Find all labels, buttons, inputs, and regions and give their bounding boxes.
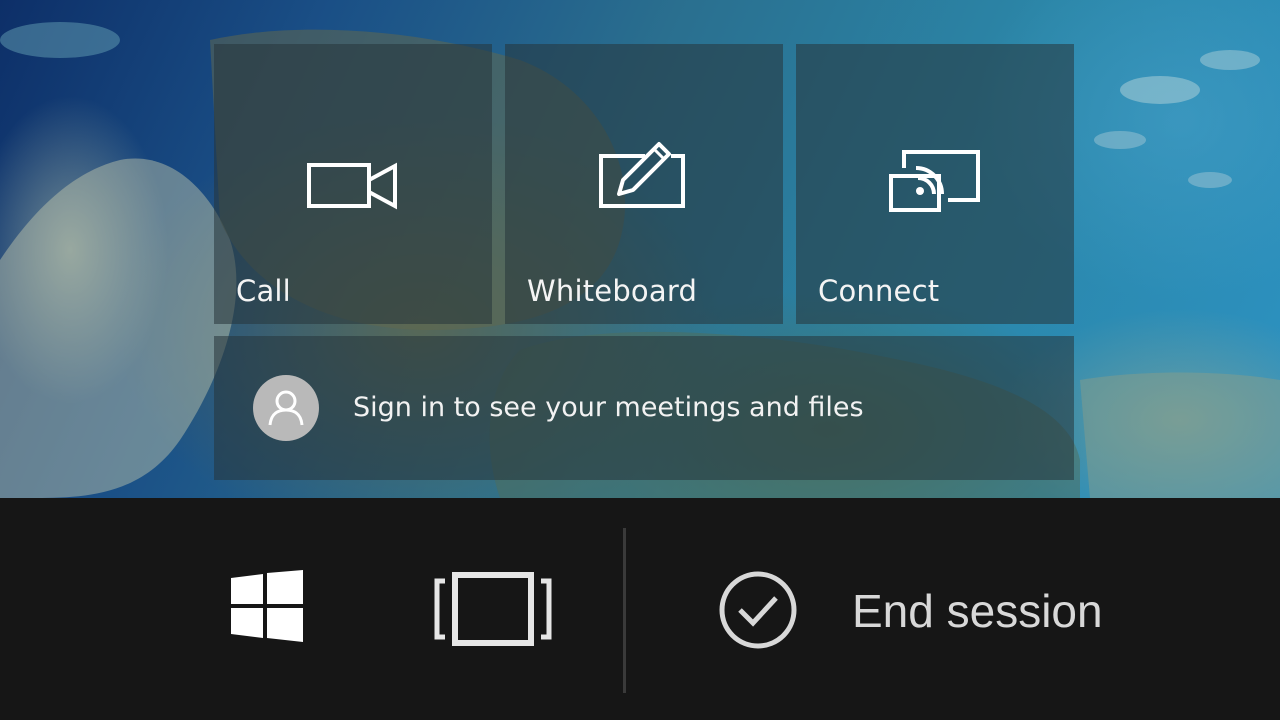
screen-view-button[interactable] [433, 571, 553, 647]
end-session-button[interactable]: End session [716, 568, 1156, 650]
video-camera-icon [307, 162, 397, 210]
sign-in-text: Sign in to see your meetings and files [353, 392, 864, 423]
person-glyph [268, 390, 304, 426]
sign-in-banner[interactable]: Sign in to see your meetings and files [214, 336, 1074, 480]
start-button[interactable] [228, 570, 306, 644]
pen-board-icon [599, 142, 685, 208]
session-taskbar: End session [0, 498, 1280, 720]
windows-logo-icon [231, 570, 303, 642]
taskbar-divider [623, 528, 626, 693]
end-session-label: End session [852, 585, 1103, 637]
connect-tile[interactable]: Connect [796, 44, 1074, 324]
connect-label: Connect [818, 274, 940, 308]
check-circle-icon [719, 571, 797, 649]
call-label: Call [236, 274, 291, 308]
screen-frame-icon [434, 572, 552, 646]
call-tile[interactable]: Call [214, 44, 492, 324]
person-avatar-icon [253, 375, 319, 441]
whiteboard-label: Whiteboard [527, 274, 698, 308]
cast-screen-icon [889, 150, 980, 212]
whiteboard-tile[interactable]: Whiteboard [505, 44, 783, 324]
